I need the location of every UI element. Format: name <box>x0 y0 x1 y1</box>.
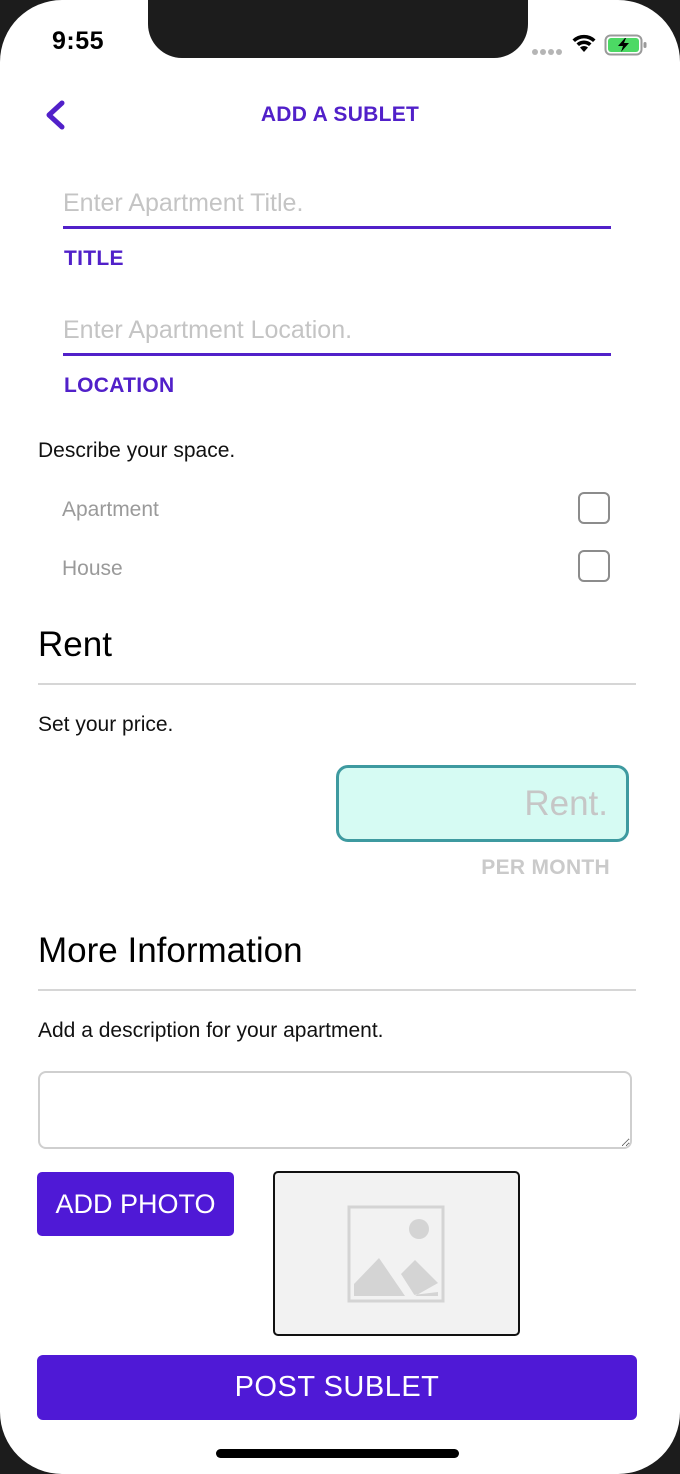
battery-charging-icon <box>604 34 647 56</box>
space-prompt: Describe your space. <box>38 439 236 462</box>
house-checkbox[interactable] <box>578 550 610 582</box>
home-indicator <box>216 1449 459 1458</box>
page-title: ADD A SUBLET <box>260 103 420 126</box>
status-icons <box>532 30 652 60</box>
status-time: 9:55 <box>52 27 105 55</box>
device-notch <box>148 0 528 58</box>
rent-prompt: Set your price. <box>38 713 174 736</box>
option-label: House <box>62 557 123 580</box>
apartment-location-input[interactable] <box>63 307 611 356</box>
screen: 9:55 ADD A SUBLET TITLE LOCATION Describ… <box>0 0 680 1474</box>
title-label: TITLE <box>64 247 124 270</box>
add-photo-button[interactable]: ADD PHOTO <box>37 1172 234 1236</box>
description-prompt: Add a description for your apartment. <box>38 1019 384 1042</box>
cellular-signal-icon <box>532 42 564 60</box>
wifi-icon <box>572 34 596 52</box>
apartment-checkbox[interactable] <box>578 492 610 524</box>
rent-input[interactable] <box>336 765 629 842</box>
location-label: LOCATION <box>64 374 175 397</box>
more-info-heading: More Information <box>38 931 303 970</box>
photo-preview <box>273 1171 520 1336</box>
rent-divider <box>38 683 636 685</box>
option-label: Apartment <box>62 498 159 521</box>
image-placeholder-icon <box>347 1205 445 1303</box>
apartment-title-input[interactable] <box>63 180 611 229</box>
rent-heading: Rent <box>38 625 112 664</box>
description-input[interactable] <box>38 1071 632 1149</box>
per-month-label: PER MONTH <box>481 856 610 879</box>
more-info-divider <box>38 989 636 991</box>
post-sublet-button[interactable]: POST SUBLET <box>37 1355 637 1420</box>
